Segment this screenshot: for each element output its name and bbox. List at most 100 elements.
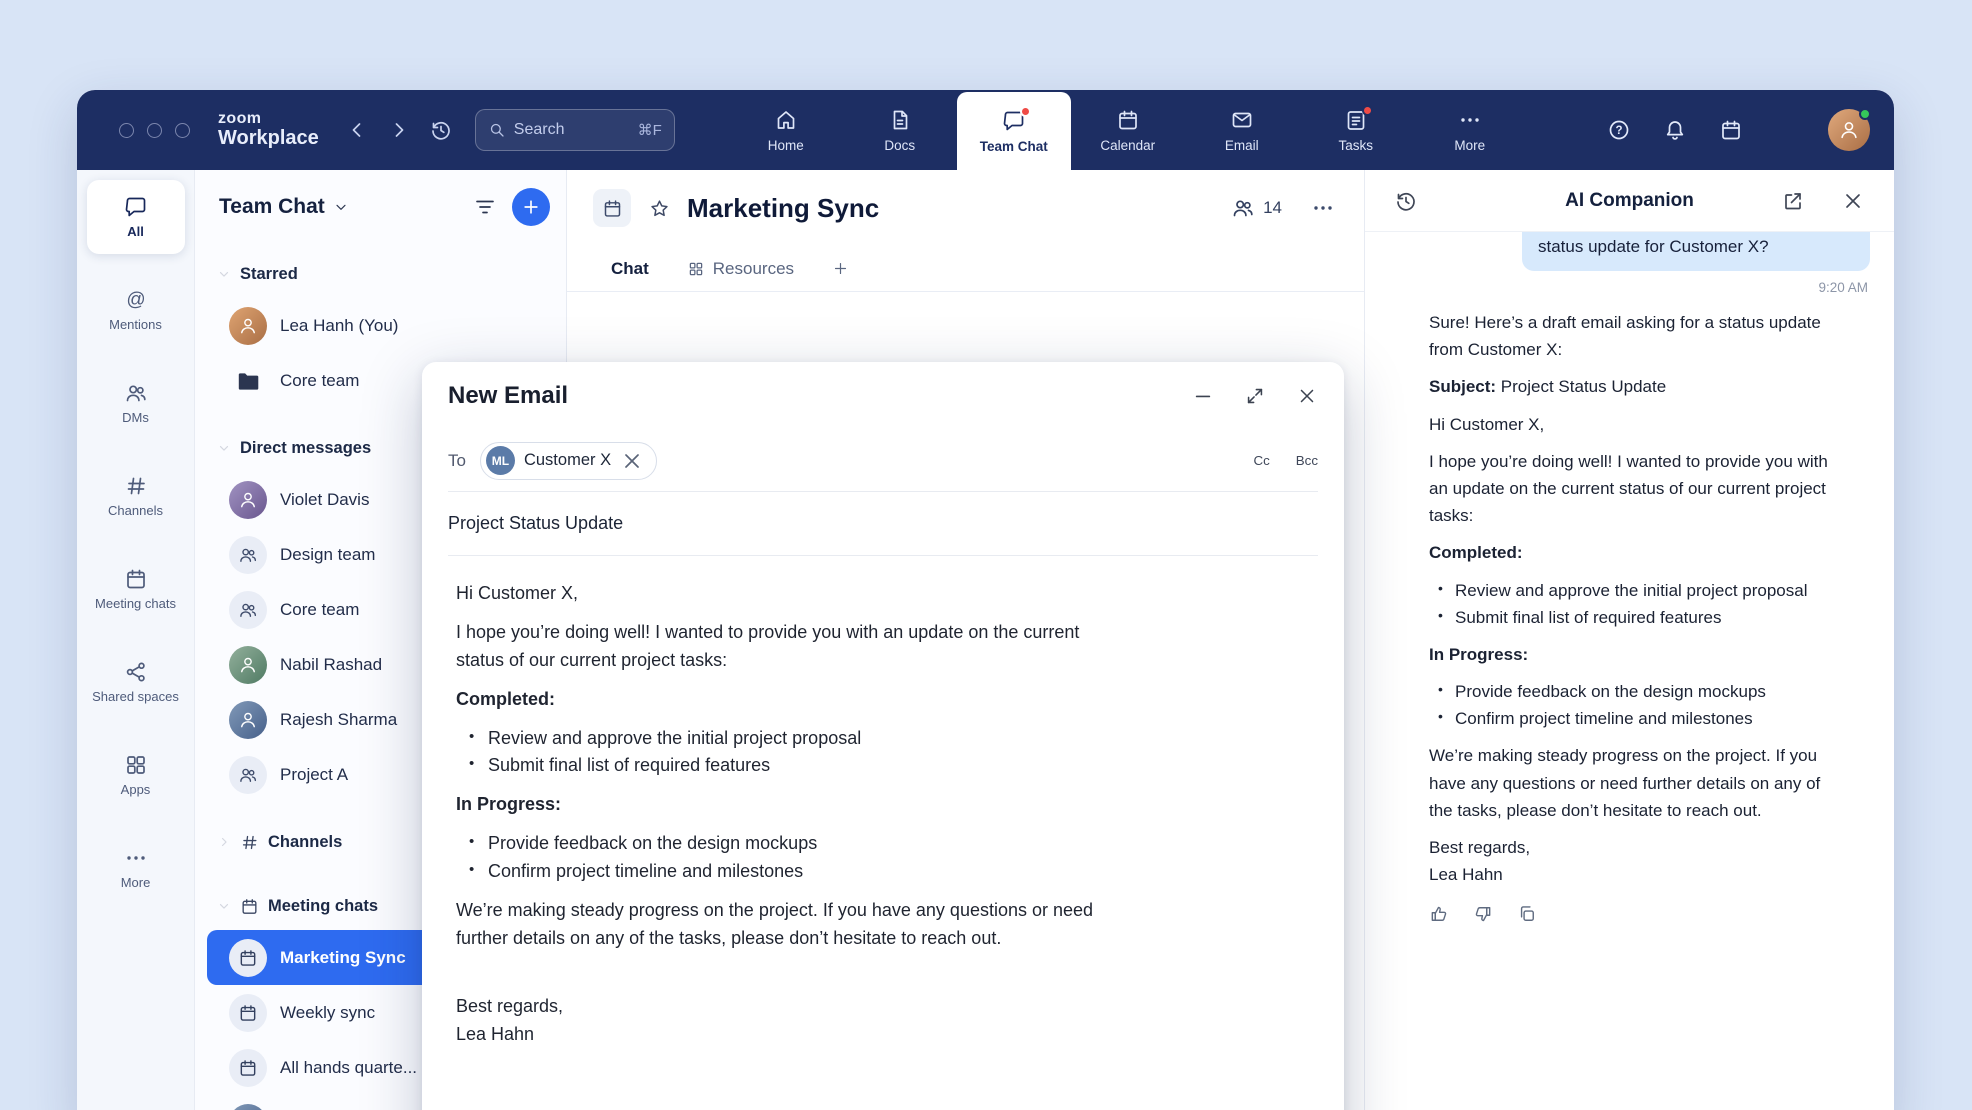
ai-body-intro: I hope you’re doing well! I wanted to pr… — [1429, 448, 1829, 530]
email-body-editor[interactable]: Hi Customer X, I hope you’re doing well!… — [448, 556, 1318, 1092]
notifications-button[interactable] — [1660, 115, 1690, 145]
modal-header: New Email — [448, 362, 1318, 430]
nav-calendar[interactable]: Calendar — [1071, 90, 1185, 170]
cc-button[interactable]: Cc — [1253, 453, 1269, 468]
rail-apps[interactable]: Apps — [87, 738, 185, 812]
app-body: All Mentions DMs Channels Meeting chats … — [77, 170, 1894, 1110]
chat-row-label: Marketing Sync — [280, 948, 406, 968]
nav-team-chat[interactable]: Team Chat — [957, 92, 1071, 170]
people-icon — [124, 381, 148, 405]
list-item: Review and approve the initial project p… — [1429, 577, 1829, 604]
list-item: Review and approve the initial project p… — [456, 725, 1108, 753]
apps-icon — [124, 753, 148, 777]
search-icon — [488, 121, 506, 139]
modal-controls — [1192, 385, 1318, 407]
help-button[interactable] — [1604, 115, 1634, 145]
thumbs-up-button[interactable] — [1429, 904, 1449, 924]
share-icon — [124, 660, 148, 684]
ai-companion-button[interactable] — [1772, 115, 1802, 145]
hash-icon — [124, 474, 148, 498]
ai-open-external-button[interactable] — [1774, 182, 1812, 220]
home-icon — [774, 108, 798, 132]
nav-docs-label: Docs — [884, 138, 915, 153]
group-avatar — [229, 591, 267, 629]
tab-chat[interactable]: Chat — [611, 259, 649, 279]
calendar-icon — [238, 948, 258, 968]
filter-button[interactable] — [466, 188, 504, 226]
ai-history-button[interactable] — [1387, 182, 1425, 220]
minimize-button[interactable] — [1192, 385, 1214, 407]
tab-resources-label: Resources — [713, 259, 794, 279]
members-button[interactable]: 14 — [1231, 196, 1282, 220]
nav-docs[interactable]: Docs — [843, 90, 957, 170]
calendar-icon — [1116, 108, 1140, 132]
ai-subject-label: Subject: — [1429, 377, 1496, 396]
nav-home[interactable]: Home — [729, 90, 843, 170]
close-button[interactable] — [1296, 385, 1318, 407]
chat-row-lea-hanh[interactable]: Lea Hanh (You) — [207, 298, 554, 353]
window-close-button[interactable] — [119, 123, 134, 138]
remove-recipient-icon[interactable] — [620, 449, 644, 473]
window-fullscreen-button[interactable] — [175, 123, 190, 138]
rail-meeting-chats[interactable]: Meeting chats — [87, 552, 185, 626]
chat-row-label: All hands quarte... — [280, 1058, 417, 1078]
profile-avatar[interactable] — [1828, 109, 1870, 151]
chat-row-label: Core team — [280, 600, 359, 620]
recipient-chip[interactable]: ML Customer X — [480, 442, 657, 480]
window-minimize-button[interactable] — [147, 123, 162, 138]
ai-close-button[interactable] — [1834, 182, 1872, 220]
hash-icon — [240, 833, 259, 852]
expand-button[interactable] — [1244, 385, 1266, 407]
meeting-avatar — [229, 939, 267, 977]
copy-button[interactable] — [1517, 904, 1537, 924]
subject-field[interactable]: Project Status Update — [448, 492, 1318, 556]
chevron-left-icon — [345, 118, 369, 142]
tasks-icon — [1344, 108, 1368, 132]
chat-row-label: Core team — [280, 371, 359, 391]
chat-row-label: Lea Hanh (You) — [280, 316, 398, 336]
sidebar-title-dropdown[interactable] — [333, 199, 349, 215]
chat-row-label: Project A — [280, 765, 348, 785]
tab-resources[interactable]: Resources — [687, 259, 794, 279]
nav-tasks[interactable]: Tasks — [1299, 90, 1413, 170]
rail-shared-spaces[interactable]: Shared spaces — [87, 645, 185, 719]
channel-header: Marketing Sync 14 — [567, 170, 1364, 246]
email-signoff: Best regards, — [456, 993, 1108, 1021]
nav-more[interactable]: More — [1413, 90, 1527, 170]
primary-nav: Home Docs Team Chat Calendar Email Tasks — [729, 90, 1527, 170]
add-tab-button[interactable] — [832, 260, 849, 277]
person-icon — [238, 316, 258, 336]
history-button[interactable] — [423, 112, 459, 148]
modal-title: New Email — [448, 382, 568, 410]
email-in-progress-heading: In Progress: — [456, 791, 1108, 819]
rail-mentions[interactable]: Mentions — [87, 273, 185, 347]
nav-email-label: Email — [1225, 138, 1259, 153]
rail-channels[interactable]: Channels — [87, 459, 185, 533]
to-field[interactable]: To ML Customer X Cc Bcc — [448, 430, 1318, 492]
nav-email[interactable]: Email — [1185, 90, 1299, 170]
thumbs-down-button[interactable] — [1473, 904, 1493, 924]
favorite-button[interactable] — [644, 193, 674, 223]
bcc-button[interactable]: Bcc — [1296, 453, 1318, 468]
rail-more[interactable]: More — [87, 831, 185, 905]
section-starred[interactable]: Starred — [207, 250, 554, 298]
list-item: Provide feedback on the design mockups — [1429, 678, 1829, 705]
left-rail: All Mentions DMs Channels Meeting chats … — [77, 170, 195, 1110]
nav-team-chat-label: Team Chat — [980, 139, 1048, 154]
chat-row-label: Violet Davis — [280, 490, 369, 510]
rail-all[interactable]: All — [87, 180, 185, 254]
rail-mentions-label: Mentions — [109, 318, 162, 333]
ai-signoff: Best regards, — [1429, 834, 1829, 861]
thumbs-up-icon — [1429, 904, 1449, 924]
forward-button[interactable] — [381, 112, 417, 148]
section-starred-label: Starred — [240, 265, 298, 284]
new-chat-button[interactable] — [512, 188, 550, 226]
rail-dms[interactable]: DMs — [87, 366, 185, 440]
ai-intro: Sure! Here’s a draft email asking for a … — [1429, 309, 1829, 363]
back-button[interactable] — [339, 112, 375, 148]
search-input[interactable]: Search ⌘F — [475, 109, 675, 151]
schedule-button[interactable] — [1716, 115, 1746, 145]
at-icon — [124, 288, 148, 312]
channel-more-button[interactable] — [1308, 193, 1338, 223]
people-icon — [238, 765, 258, 785]
